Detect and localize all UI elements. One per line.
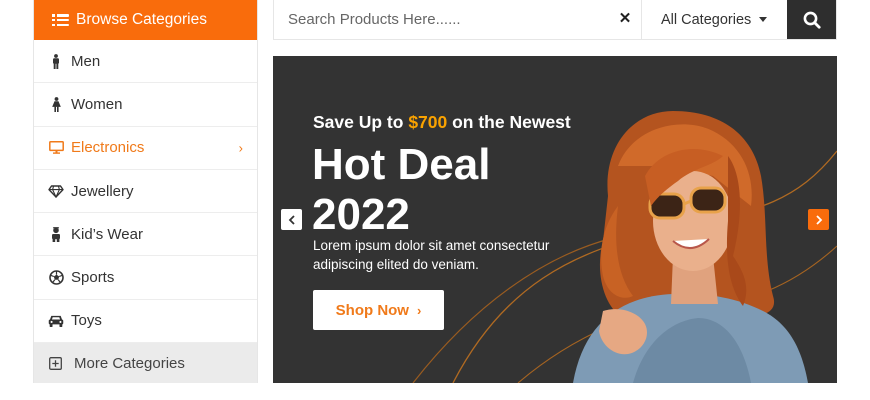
child-icon [48, 226, 64, 242]
browse-categories-title: Browse Categories [76, 11, 207, 28]
search-button[interactable] [787, 0, 836, 39]
sidebar-item-label: Men [71, 52, 101, 70]
plus-square-icon [48, 356, 62, 370]
toy-car-icon [48, 313, 64, 329]
chevron-left-icon [288, 214, 295, 225]
model-photo [573, 111, 808, 383]
woman-icon [48, 96, 64, 112]
sidebar-item-label: Women [71, 95, 123, 113]
sidebar-item-label: Electronics [71, 139, 145, 157]
sidebar-item-women[interactable]: Women [34, 83, 257, 127]
more-categories-label: More Categories [74, 354, 185, 372]
more-categories-button[interactable]: More Categories [34, 343, 257, 384]
headline-line-1: Hot Deal [312, 140, 491, 189]
slider-prev-button[interactable] [281, 209, 302, 230]
search-icon [803, 11, 821, 29]
kicker-amount: $700 [408, 112, 448, 132]
category-list: Men Women Electronics › Jewellery Kid’s … [34, 40, 257, 344]
sidebar-item-electronics[interactable]: Electronics › [34, 127, 257, 170]
sidebar-item-label: Sports [71, 269, 115, 287]
shop-now-label: Shop Now [335, 301, 409, 319]
chevron-right-icon: › [238, 140, 243, 156]
slider-next-button[interactable] [808, 209, 829, 230]
sidebar-item-toys[interactable]: Toys [34, 300, 257, 344]
category-sidebar: Browse Categories Men Women Electronics … [33, 0, 258, 384]
promo-description: Lorem ipsum dolor sit amet consectetur a… [313, 238, 550, 272]
man-icon [48, 53, 64, 69]
list-icon [52, 14, 69, 26]
category-select-value: All Categories [661, 11, 752, 28]
sidebar-item-label: Jewellery [71, 182, 134, 200]
chevron-right-icon: › [416, 302, 422, 318]
sidebar-item-men[interactable]: Men [34, 40, 257, 84]
promo-headline: Hot Deal 2022 [312, 140, 592, 240]
shop-now-button[interactable]: Shop Now › [313, 290, 444, 330]
sidebar-item-jewellery[interactable]: Jewellery [34, 170, 257, 214]
sidebar-item-kids-wear[interactable]: Kid’s Wear [34, 213, 257, 257]
browse-categories-header[interactable]: Browse Categories [34, 0, 257, 40]
caret-down-icon [759, 17, 768, 22]
hero-banner: Save Up to $700 on the Newest Hot Deal 2… [273, 56, 837, 383]
search-input[interactable] [274, 0, 641, 39]
soccer-ball-icon [48, 270, 64, 286]
category-select[interactable]: All Categories [641, 0, 787, 39]
kicker-prefix: Save Up to [313, 112, 409, 132]
sidebar-item-label: Toys [71, 312, 102, 330]
monitor-icon [48, 140, 64, 156]
promo-kicker: Save Up to $700 on the Newest [313, 112, 571, 133]
sidebar-item-label: Kid’s Wear [71, 225, 143, 243]
search-bar: ✕ All Categories [273, 0, 837, 40]
chevron-right-icon [815, 214, 822, 225]
headline-line-2: 2022 [312, 190, 410, 239]
sidebar-item-sports[interactable]: Sports [34, 256, 257, 300]
diamond-icon [48, 183, 64, 199]
kicker-suffix: on the Newest [447, 112, 571, 132]
close-icon[interactable]: ✕ [617, 10, 633, 28]
